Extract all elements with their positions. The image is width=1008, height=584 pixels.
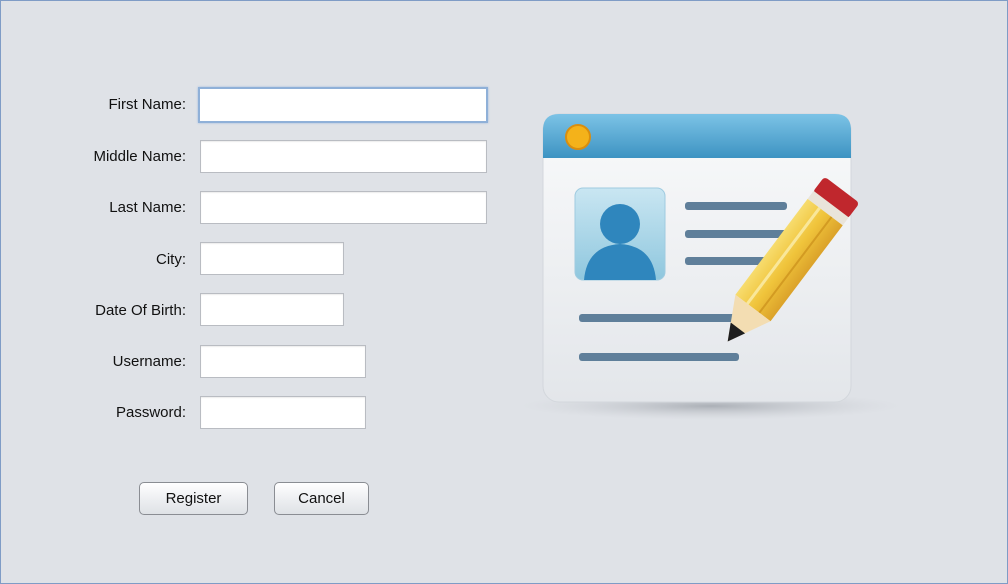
first-name-field[interactable] — [198, 87, 488, 123]
last-name-field[interactable] — [200, 191, 487, 224]
middle-name-field[interactable] — [200, 140, 487, 173]
register-button[interactable]: Register — [139, 482, 248, 515]
password-field[interactable] — [200, 396, 366, 429]
city-field[interactable] — [200, 242, 344, 275]
user-profile-card-icon — [521, 106, 911, 431]
first-name-label: First Name: — [108, 96, 186, 113]
info-line — [685, 202, 787, 210]
username-field[interactable] — [200, 345, 366, 378]
date-of-birth-field[interactable] — [200, 293, 344, 326]
card-header-dot — [565, 124, 591, 150]
date-of-birth-label: Date Of Birth: — [95, 302, 186, 319]
last-name-label: Last Name: — [109, 199, 186, 216]
avatar-head — [600, 204, 640, 244]
info-line — [579, 314, 757, 322]
cancel-button[interactable]: Cancel — [274, 482, 369, 515]
middle-name-label: Middle Name: — [93, 148, 186, 165]
password-label: Password: — [115, 404, 186, 421]
registration-window: First Name: Middle Name: Last Name: City… — [0, 0, 1008, 584]
info-line — [579, 353, 739, 361]
city-label: City: — [156, 251, 186, 268]
username-label: Username: — [112, 353, 186, 370]
